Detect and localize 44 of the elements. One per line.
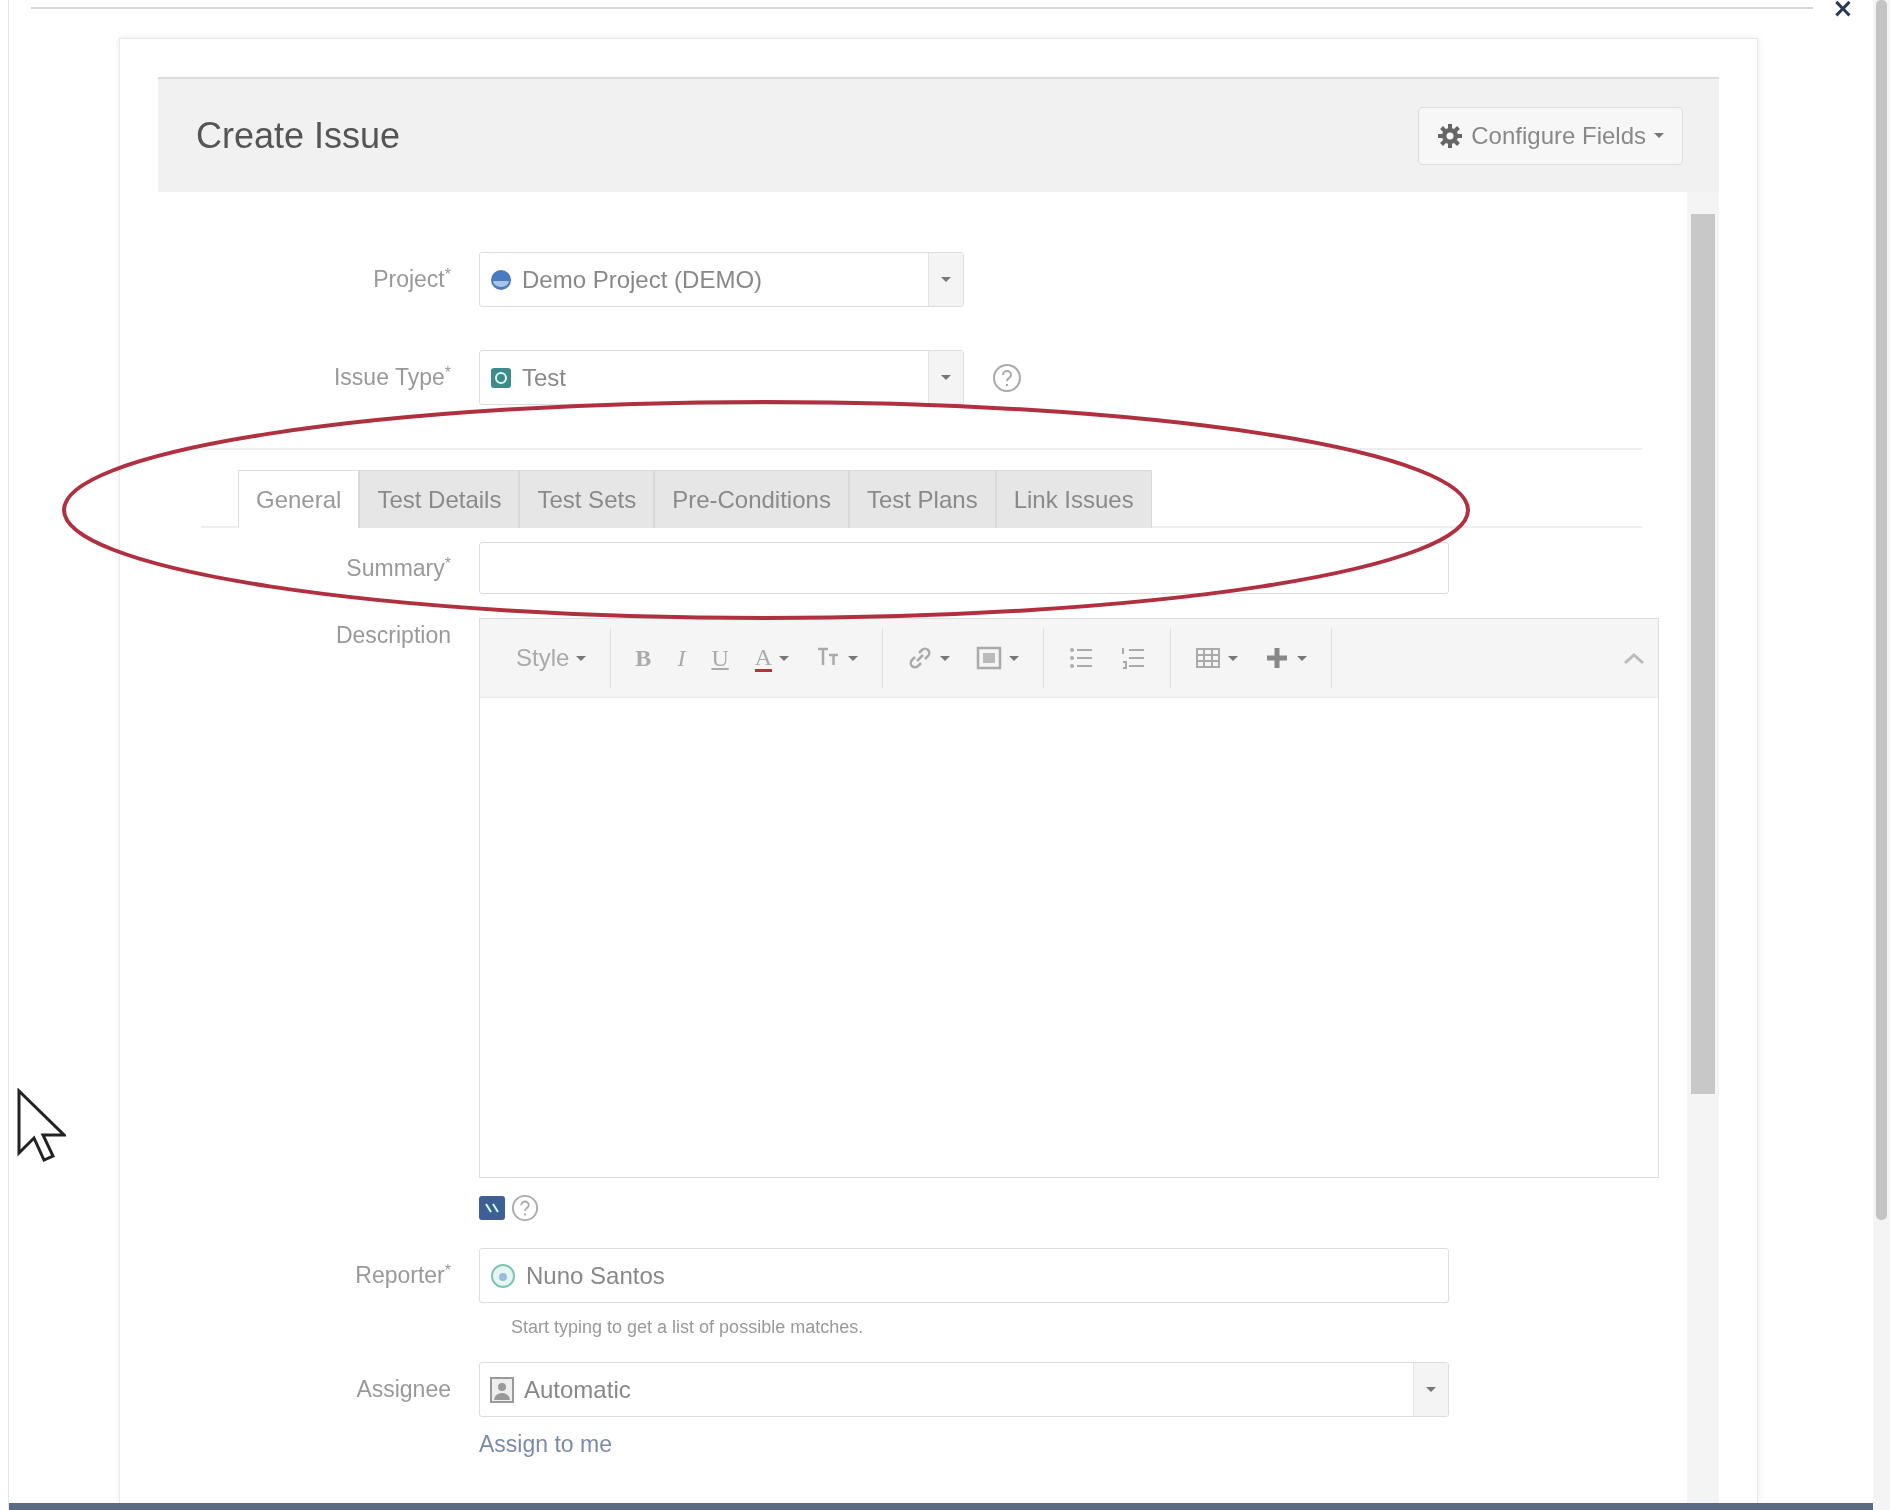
field-label: Issue Type$^{*}$ bbox=[333, 364, 451, 391]
test-type-icon bbox=[490, 366, 512, 389]
field-label: Description bbox=[335, 622, 451, 649]
bullet-list-icon bbox=[1068, 645, 1095, 671]
project-select[interactable]: Demo Project (DEMO) bbox=[479, 252, 964, 307]
numbered-list-icon bbox=[1120, 645, 1147, 671]
color-button[interactable]: A bbox=[744, 636, 800, 680]
scrollbar[interactable] bbox=[1687, 192, 1719, 1503]
gear-icon bbox=[1437, 122, 1464, 149]
cursor-icon bbox=[17, 1088, 66, 1162]
issue-type-select[interactable]: Test bbox=[479, 350, 964, 405]
description-editor[interactable]: Style B I U A bbox=[479, 618, 1659, 1178]
summary-field[interactable] bbox=[479, 542, 1449, 594]
field-label: Project$^{*}$ bbox=[373, 266, 451, 293]
help-icon[interactable] bbox=[992, 362, 1022, 393]
style-button[interactable]: Style bbox=[506, 636, 597, 680]
page-scrollbar[interactable] bbox=[1873, 0, 1890, 1510]
field-label: Assignee bbox=[356, 1376, 451, 1403]
globe-icon bbox=[490, 268, 512, 291]
help-icon[interactable] bbox=[511, 1194, 539, 1222]
close-button[interactable]: × bbox=[1813, 0, 1873, 16]
dialog-title: Create Issue bbox=[196, 114, 401, 157]
assign-to-me-link[interactable]: Assign to me bbox=[479, 1431, 612, 1458]
collapse-icon[interactable] bbox=[1622, 651, 1646, 665]
tab[interactable]: Link Issues bbox=[995, 470, 1152, 528]
tab[interactable]: General bbox=[238, 470, 360, 528]
tab[interactable]: Test Plans bbox=[848, 470, 996, 528]
tab[interactable]: Pre-Conditions bbox=[654, 470, 849, 528]
field-label: Reporter$^{*}$ bbox=[355, 1262, 451, 1289]
field-hint: Start typing to get a list of possible matches. bbox=[510, 1317, 864, 1338]
assignee-select[interactable]: Automatic bbox=[479, 1362, 1449, 1417]
configure-fields-button[interactable]: Configure Fields bbox=[1418, 106, 1683, 165]
italic-button[interactable]: I bbox=[667, 636, 696, 680]
wiki-markup-icon[interactable] bbox=[479, 1196, 505, 1220]
underline-button[interactable]: U bbox=[701, 636, 739, 680]
bold-button[interactable]: B bbox=[625, 636, 662, 680]
tab[interactable]: Test Details bbox=[359, 470, 520, 528]
tab[interactable]: Test Sets bbox=[519, 470, 655, 528]
avatar-icon bbox=[490, 1262, 516, 1289]
image-icon bbox=[976, 645, 1003, 671]
table-icon bbox=[1195, 645, 1222, 671]
reporter-field[interactable]: Nuno Santos bbox=[479, 1248, 1449, 1303]
avatar-icon bbox=[490, 1376, 514, 1403]
field-label: Summary$^{*}$ bbox=[346, 554, 451, 582]
